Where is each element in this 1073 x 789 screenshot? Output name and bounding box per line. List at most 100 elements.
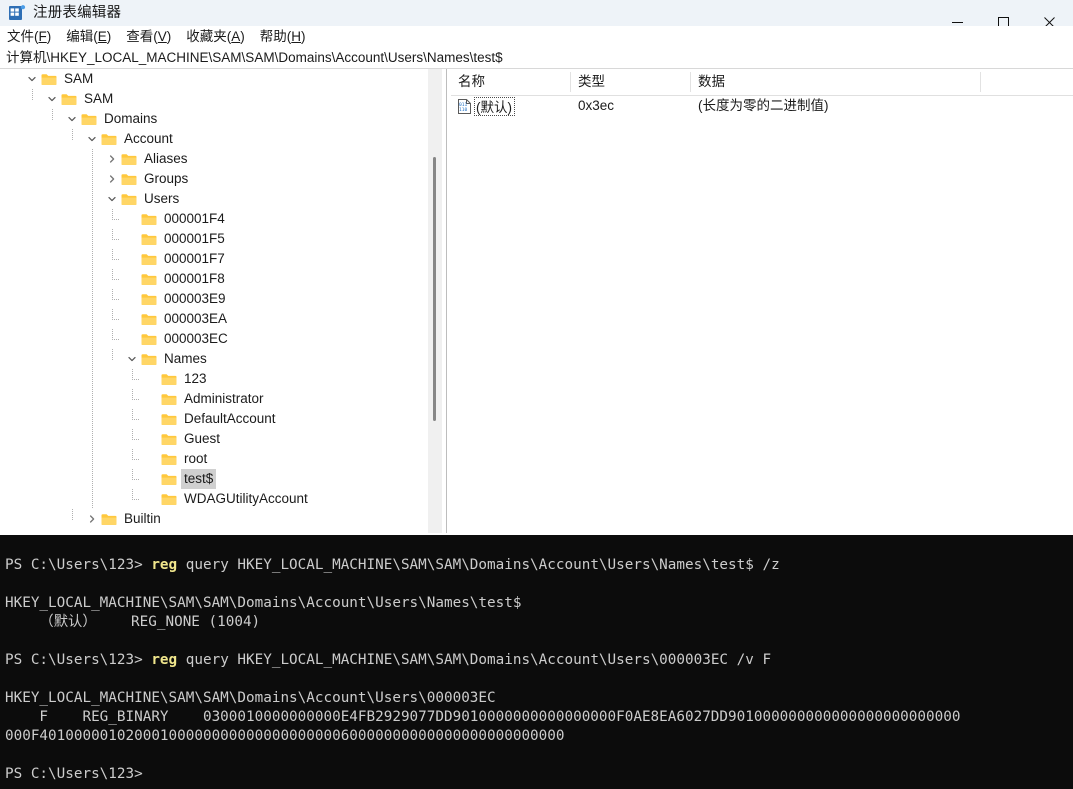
menu-item-edit[interactable]: 编辑(E): [66, 26, 111, 48]
chevron-right-icon[interactable]: [85, 509, 99, 529]
folder-icon: [141, 253, 157, 266]
tree-item-000001f4[interactable]: 000001F4: [0, 209, 430, 229]
folder-icon: [161, 453, 177, 466]
tree-item-sam[interactable]: SAM: [0, 69, 430, 89]
tree-item-builtin[interactable]: Builtin: [0, 509, 430, 529]
tree-item-aliases[interactable]: Aliases: [0, 149, 430, 169]
tree-guide-line: [92, 169, 93, 189]
tree-item-users[interactable]: Users: [0, 189, 430, 209]
tree-item-sam[interactable]: SAM: [0, 89, 430, 109]
tree-item-label: 000003EC: [164, 331, 228, 346]
folder-icon: [141, 313, 157, 326]
tree-guide-line: [92, 369, 93, 389]
powershell-terminal[interactable]: PS C:\Users\123> reg query HKEY_LOCAL_MA…: [0, 535, 1073, 789]
menu-label-favorites: 收藏夹: [186, 29, 227, 44]
menu-label-edit: 编辑: [66, 29, 94, 44]
chevron-right-icon[interactable]: [105, 169, 119, 189]
tree-item-000001f8[interactable]: 000001F8: [0, 269, 430, 289]
tree-item-account[interactable]: Account: [0, 129, 430, 149]
menu-item-favorites[interactable]: 收藏夹(A): [186, 26, 245, 48]
tree-item-label: Account: [124, 131, 173, 146]
tree-item-label: Users: [144, 191, 180, 206]
chevron-down-icon[interactable]: [65, 109, 79, 129]
registry-path: 计算机\HKEY_LOCAL_MACHINE\SAM\SAM\Domains\A…: [6, 50, 503, 65]
tree-guide-line: [132, 499, 139, 500]
tree-item-defaultaccount[interactable]: DefaultAccount: [0, 409, 430, 429]
tree-item-000003ea[interactable]: 000003EA: [0, 309, 430, 329]
chevron-down-icon[interactable]: [105, 189, 119, 209]
tree-item-label: 000001F4: [164, 211, 225, 226]
column-header-data[interactable]: 数据: [691, 69, 980, 95]
address-bar[interactable]: 计算机\HKEY_LOCAL_MACHINE\SAM\SAM\Domains\A…: [0, 48, 1073, 69]
folder-icon: [141, 293, 157, 306]
tree-item-test[interactable]: test$: [0, 469, 430, 489]
folder-icon: [101, 513, 117, 526]
tree-guide-line: [132, 379, 139, 380]
tree-guide-line: [72, 129, 73, 140]
folder-icon: [161, 373, 177, 386]
terminal-command-args: query HKEY_LOCAL_MACHINE\SAM\SAM\Domains…: [177, 557, 780, 573]
tree-item-label: 123: [184, 371, 207, 386]
value-type-cell: 0x3ec: [578, 98, 615, 113]
tree-item-label: 000001F7: [164, 251, 225, 266]
tree-item-label: 000001F8: [164, 271, 225, 286]
menu-label-help: 帮助: [259, 29, 287, 44]
tree-item-label: Administrator: [184, 391, 264, 406]
menu-item-view[interactable]: 查看(V): [126, 26, 171, 48]
tree-item-label: DefaultAccount: [184, 411, 276, 426]
menu-item-help[interactable]: 帮助(H): [260, 26, 306, 48]
table-row[interactable]: 011 110 (默认) 0x3ec (长度为零的二进制值): [451, 95, 1073, 117]
tree-item-000001f7[interactable]: 000001F7: [0, 249, 430, 269]
tree-item-000003e9[interactable]: 000003E9: [0, 289, 430, 309]
terminal-command-keyword: reg: [151, 557, 178, 573]
tree-scrollbar-thumb[interactable]: [433, 157, 436, 421]
registry-editor-icon: [8, 4, 26, 22]
menu-accel-edit: E: [97, 29, 107, 44]
column-header-type[interactable]: 类型: [571, 69, 690, 95]
value-name-cell[interactable]: 011 110 (默认): [457, 96, 515, 116]
registry-editor-window: 注册表编辑器 文件(F) 编辑(E) 查看(V) 收藏夹(A) 帮助(H) 计算…: [0, 0, 1073, 535]
tree-item-123[interactable]: 123: [0, 369, 430, 389]
tree-guide-line: [132, 479, 139, 480]
tree-item-groups[interactable]: Groups: [0, 169, 430, 189]
tree-item-wdagutilityaccount[interactable]: WDAGUtilityAccount: [0, 489, 430, 509]
tree-guide-line: [92, 149, 93, 169]
tree-scrollbar[interactable]: [428, 69, 442, 533]
value-name-text: (默认): [476, 100, 512, 115]
tree-guide-line: [92, 449, 93, 469]
chevron-down-icon[interactable]: [125, 349, 139, 369]
folder-icon: [141, 233, 157, 246]
tree-guide-line: [112, 279, 119, 280]
terminal-prompt: PS C:\Users\123>: [5, 766, 152, 782]
tree-item-guest[interactable]: Guest: [0, 429, 430, 449]
folder-icon: [141, 213, 157, 226]
tree-guide-line: [92, 209, 93, 229]
tree-item-administrator[interactable]: Administrator: [0, 389, 430, 409]
tree-guide-line: [52, 109, 53, 120]
chevron-right-icon[interactable]: [105, 149, 119, 169]
tree-guide-line: [112, 219, 119, 220]
tree-guide-line: [92, 349, 93, 369]
tree-item-names[interactable]: Names: [0, 349, 430, 369]
menu-accel-file: F: [38, 29, 47, 44]
chevron-down-icon[interactable]: [45, 89, 59, 109]
registry-tree: SAM SAM Domains Account Aliases Groups Users 00…: [0, 69, 430, 529]
tree-item-000003ec[interactable]: 000003EC: [0, 329, 430, 349]
column-header-name[interactable]: 名称: [451, 69, 570, 95]
tree-item-domains[interactable]: Domains: [0, 109, 430, 129]
tree-item-000001f5[interactable]: 000001F5: [0, 229, 430, 249]
folder-icon: [41, 73, 57, 86]
menu-label-file: 文件: [7, 29, 34, 44]
tree-guide-line: [32, 89, 33, 100]
tree-guide-line: [92, 469, 93, 489]
tree-guide-line: [132, 439, 139, 440]
chevron-down-icon[interactable]: [85, 129, 99, 149]
tree-guide-line: [92, 289, 93, 309]
column-divider-3[interactable]: [980, 72, 981, 92]
chevron-down-icon[interactable]: [25, 69, 39, 89]
registry-values-pane[interactable]: 名称 类型 数据 011 110 (默认) 0x3ec (长度为零的二进制值): [451, 69, 1073, 533]
tree-item-root[interactable]: root: [0, 449, 430, 469]
registry-tree-pane[interactable]: SAM SAM Domains Account Aliases Groups Users 00…: [0, 69, 446, 533]
tree-guide-line: [112, 319, 119, 320]
menu-item-file[interactable]: 文件(F): [7, 26, 51, 48]
